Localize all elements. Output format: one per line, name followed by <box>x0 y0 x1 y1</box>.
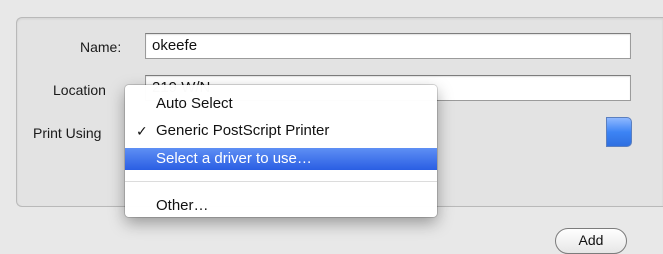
menu-item-label: Auto Select <box>156 95 233 112</box>
menu-item-label: Select a driver to use… <box>156 150 312 167</box>
checkmark-icon: ✓ <box>136 123 148 139</box>
location-label: Location <box>53 82 106 98</box>
print-using-menu: Auto Select ✓ Generic PostScript Printer… <box>125 85 437 217</box>
menu-item-other[interactable]: Other… <box>125 195 437 217</box>
menu-item-label: Generic PostScript Printer <box>156 122 330 139</box>
name-label: Name: <box>80 39 122 55</box>
menu-item-generic-postscript[interactable]: ✓ Generic PostScript Printer <box>125 120 437 142</box>
name-field[interactable]: okeefe <box>145 33 631 59</box>
print-using-popup-arrows[interactable] <box>606 117 632 147</box>
print-using-label: Print Using <box>33 125 102 141</box>
add-button[interactable]: Add <box>555 228 627 254</box>
menu-separator <box>125 181 437 182</box>
menu-item-auto-select[interactable]: Auto Select <box>125 93 437 115</box>
menu-item-select-driver[interactable]: Select a driver to use… <box>125 148 437 170</box>
menu-item-label: Other… <box>156 197 209 214</box>
